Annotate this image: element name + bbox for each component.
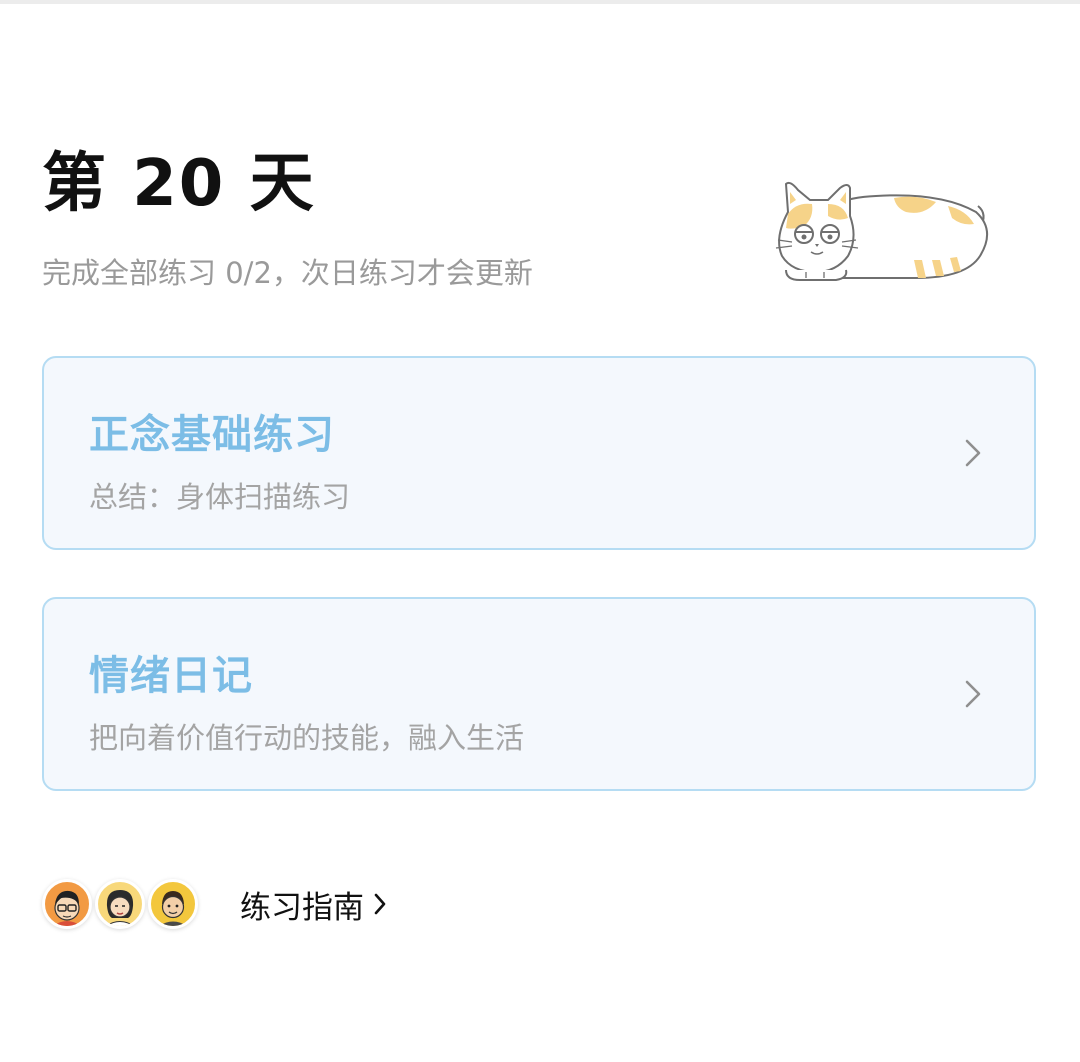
practice-card-title: 情绪日记	[89, 653, 253, 699]
practice-guide-row: 练习指南	[42, 876, 442, 932]
practice-guide-label: 练习指南	[240, 889, 364, 926]
progress-subtitle: 完成全部练习 0/2，次日练习才会更新	[42, 256, 533, 290]
practice-card-title: 正念基础练习	[89, 412, 335, 458]
practice-card-emotion-diary[interactable]: 情绪日记 把向着价值行动的技能，融入生活	[42, 597, 1036, 791]
practice-guide-link[interactable]: 练习指南	[240, 884, 386, 926]
chevron-right-icon	[374, 893, 386, 915]
coach-avatar	[95, 879, 145, 929]
daily-practice-page: 第 20 天 完成全部练习 0/2，次日练习才会更新 正念基础练习 总结：身体扫…	[0, 0, 1080, 1062]
coach-avatar	[42, 879, 92, 929]
sleeping-cat-illustration	[775, 181, 988, 281]
practice-card-description: 总结：身体扫描练习	[89, 480, 351, 514]
page-title: 第 20 天	[42, 147, 316, 221]
chevron-right-icon	[965, 680, 981, 708]
practice-card-description: 把向着价值行动的技能，融入生活	[89, 721, 525, 755]
top-divider	[0, 0, 1080, 4]
practice-card-mindfulness[interactable]: 正念基础练习 总结：身体扫描练习	[42, 356, 1036, 550]
chevron-right-icon	[965, 439, 981, 467]
coach-avatar	[148, 879, 198, 929]
